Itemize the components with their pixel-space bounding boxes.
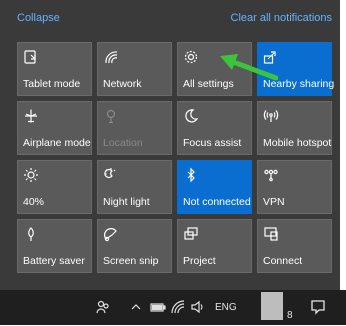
tile-night-light[interactable]: Night light — [97, 160, 172, 214]
chevron-up-icon[interactable] — [130, 299, 142, 315]
screen-snip-icon — [103, 226, 119, 242]
tile-screen-snip[interactable]: Screen snip — [97, 219, 172, 273]
tile-label: Focus assist — [183, 137, 242, 149]
tile-label: Screen snip — [103, 255, 159, 267]
tile-label: Battery saver — [23, 255, 85, 267]
notification-center-icon[interactable] — [304, 293, 332, 321]
bluetooth-icon — [183, 167, 199, 183]
tile-nearby-sharing[interactable]: Nearby sharing — [257, 42, 335, 96]
tile-location[interactable]: Location — [97, 101, 172, 155]
action-center-panel: Collapse Clear all notifications Tablet … — [0, 0, 340, 290]
brightness-icon — [23, 167, 39, 183]
tile-bluetooth[interactable]: Not connected — [177, 160, 252, 214]
gear-icon — [183, 49, 199, 65]
airplane-icon — [23, 108, 39, 124]
tile-label: Connect — [263, 255, 303, 267]
night-light-icon — [103, 167, 119, 183]
location-icon — [103, 108, 119, 124]
tablet-mode-icon — [23, 49, 39, 65]
volume-icon[interactable] — [190, 299, 206, 315]
tile-label: Nearby sharing — [263, 78, 335, 90]
tile-label: Night light — [103, 196, 150, 208]
hotspot-icon — [263, 108, 279, 124]
connect-icon — [263, 226, 279, 242]
tile-battery-saver[interactable]: Battery saver — [17, 219, 92, 273]
tile-label: VPN — [263, 196, 285, 208]
vpn-icon — [263, 167, 279, 183]
action-center-header: Collapse Clear all notifications — [0, 0, 340, 38]
network-icon — [103, 49, 119, 65]
tile-brightness[interactable]: 40% — [17, 160, 92, 214]
tile-label: Location — [103, 137, 143, 149]
battery-saver-icon — [23, 226, 39, 242]
tile-airplane-mode[interactable]: Airplane mode — [17, 101, 92, 155]
tile-label: Mobile hotspot — [263, 137, 332, 149]
tile-project[interactable]: Project — [177, 219, 252, 273]
tile-connect[interactable]: Connect — [257, 219, 332, 273]
wifi-icon[interactable] — [170, 299, 186, 315]
tile-all-settings[interactable]: All settings — [177, 42, 252, 96]
tile-label: 40% — [23, 196, 45, 208]
clear-all-notifications-link[interactable]: Clear all notifications — [231, 12, 333, 24]
tile-label: Network — [103, 78, 142, 90]
clock-redacted[interactable] — [261, 292, 283, 320]
tile-label: Tablet mode — [23, 78, 81, 90]
tile-mobile-hotspot[interactable]: Mobile hotspot — [257, 101, 332, 155]
tile-label: Airplane mode — [23, 137, 91, 149]
project-icon — [183, 226, 199, 242]
tile-network[interactable]: Network — [97, 42, 172, 96]
people-icon[interactable] — [96, 299, 110, 315]
tile-tablet-mode[interactable]: Tablet mode — [17, 42, 92, 96]
clock-fragment: 8 — [287, 310, 293, 321]
tile-label: Not connected — [183, 196, 251, 208]
taskbar: ENG — [0, 290, 346, 325]
moon-icon — [183, 108, 199, 124]
quick-actions-grid: Tablet mode Network All settings Nearby … — [17, 42, 335, 273]
language-indicator[interactable]: ENG — [215, 302, 237, 313]
tile-vpn[interactable]: VPN — [257, 160, 332, 214]
nearby-sharing-icon — [263, 49, 279, 65]
tile-focus-assist[interactable]: Focus assist — [177, 101, 252, 155]
collapse-link[interactable]: Collapse — [17, 12, 60, 24]
battery-icon[interactable] — [150, 299, 166, 315]
tile-label: Project — [183, 255, 216, 267]
tile-label: All settings — [183, 78, 234, 90]
